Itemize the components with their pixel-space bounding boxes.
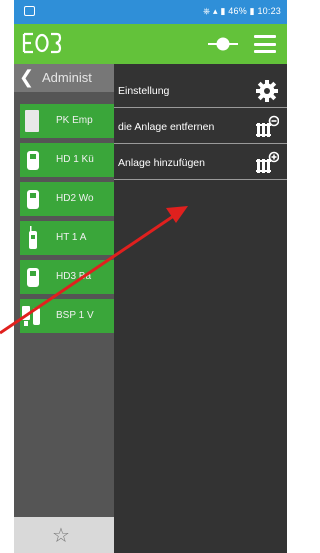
smart-plug-icon — [22, 306, 40, 326]
notification-icon — [24, 6, 35, 16]
room-thermostat-icon — [29, 226, 37, 249]
device-label: PK Emp — [56, 115, 93, 126]
device-item-hd1[interactable]: HD 1 Kü — [20, 143, 114, 177]
device-label: HD 1 Kü — [56, 154, 94, 165]
radiator-thermostat-icon — [27, 190, 39, 209]
connect-icon[interactable] — [208, 34, 238, 54]
device-label: HD2 Wo — [56, 193, 94, 204]
device-item-pk-emp[interactable]: PK Emp — [20, 104, 114, 138]
side-drawer-menu: Einstellung die Anlage entfernen Anlage … — [114, 64, 287, 553]
hamburger-menu-icon[interactable] — [254, 35, 276, 53]
app-header — [14, 24, 287, 64]
radiator-thermostat-icon — [27, 268, 39, 287]
device-item-hd2[interactable]: HD2 Wo — [20, 182, 114, 216]
device-list-panel: ❮ Administ PK Emp HD 1 Kü HD2 Wo HT 1 A … — [14, 64, 114, 553]
status-bar: ⎈ ▴ ▮ 46% ▮ 10:23 — [14, 0, 287, 24]
page-title: Administ — [42, 70, 92, 85]
status-info: ⎈ ▴ ▮ 46% ▮ 10:23 — [202, 6, 281, 16]
menu-item-remove-system[interactable]: die Anlage entfernen — [114, 110, 287, 144]
remove-system-icon — [256, 115, 279, 137]
radiator-thermostat-icon — [27, 151, 39, 170]
device-item-ht1[interactable]: HT 1 A — [20, 221, 114, 255]
device-list: PK Emp HD 1 Kü HD2 Wo HT 1 A HD3 Ba BSP … — [20, 104, 114, 338]
device-label: HD3 Ba — [56, 271, 92, 282]
menu-item-add-system[interactable]: Anlage hinzufügen — [114, 146, 287, 180]
menu-item-label: Anlage hinzufügen — [118, 157, 205, 169]
favorites-bar[interactable]: ☆ — [14, 517, 114, 553]
gear-icon — [256, 80, 278, 102]
device-label: HT 1 A — [56, 232, 87, 243]
menu-item-label: die Anlage entfernen — [118, 121, 215, 133]
device-label: BSP 1 V — [56, 310, 94, 321]
logo-icon — [22, 32, 62, 54]
app-screen: ⎈ ▴ ▮ 46% ▮ 10:23 ❮ Administ PK Emp HD 1… — [14, 0, 287, 553]
menu-item-einstellung[interactable]: Einstellung — [114, 74, 287, 108]
device-item-bsp1[interactable]: BSP 1 V — [20, 299, 114, 333]
add-system-icon — [256, 151, 279, 173]
administration-bar[interactable]: ❮ Administ — [14, 64, 114, 92]
panel-heater-icon — [25, 110, 39, 132]
back-icon[interactable]: ❮ — [19, 67, 34, 88]
device-item-hd3[interactable]: HD3 Ba — [20, 260, 114, 294]
star-icon[interactable]: ☆ — [52, 523, 70, 548]
menu-item-label: Einstellung — [118, 85, 170, 97]
